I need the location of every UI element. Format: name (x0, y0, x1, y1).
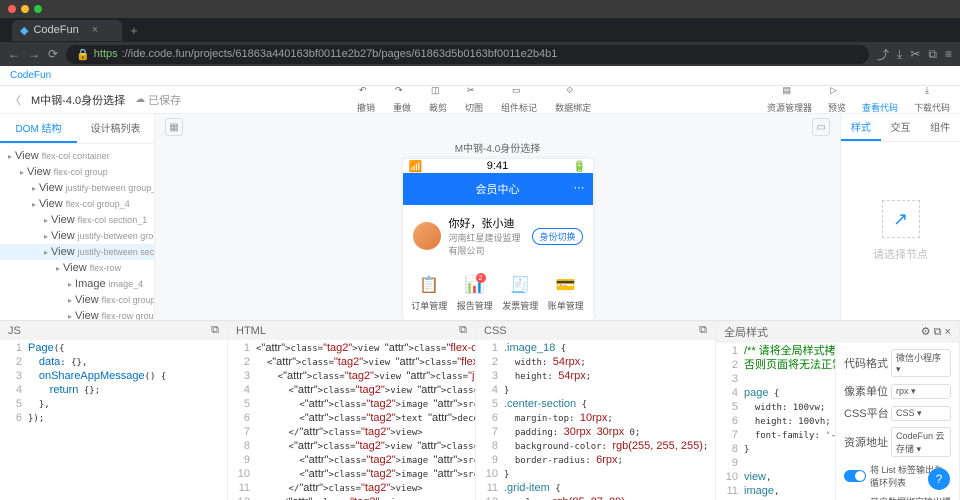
tree-node[interactable]: ▸ Image image_4 (0, 276, 154, 292)
url-bar: ← → ⟳ 🔒 https://ide.code.fun/projects/61… (0, 42, 960, 66)
tab-dom[interactable]: DOM 结构 (0, 114, 77, 143)
app-bar: CodeFun (0, 66, 960, 86)
mobile-preview: 📶9:41🔋 会员中心 ⋯ 你好，张小迪 河南红星建设监理有限公司 身份切换 📋… (403, 159, 593, 320)
left-panel: DOM 结构 设计稿列表 ▸ View flex-col container▸ … (0, 114, 155, 320)
saved-indicator: ☁ 已保存 (135, 92, 181, 108)
menu-icon[interactable]: ≡ (945, 47, 952, 61)
toggle[interactable]: 开启数据绑定输出模式 (844, 495, 951, 500)
setting-代码格式[interactable]: 代码格式微信小程序 ▾ (844, 349, 951, 377)
html-code[interactable]: 1<"attr">class="tag2">view "attr">class=… (228, 340, 475, 500)
view-mode-icon[interactable]: ▭ (812, 118, 830, 136)
new-tab-button[interactable]: + (130, 23, 138, 38)
tool-组件标记[interactable]: ▭组件标记 (501, 85, 537, 114)
tree-node[interactable]: ▸ View justify-between group_1 (0, 180, 154, 196)
tool-撤销[interactable]: ↶撤销 (357, 85, 375, 114)
tab-design[interactable]: 设计稿列表 (77, 114, 154, 143)
download-icon[interactable]: ⤓ (897, 47, 902, 62)
app-logo[interactable]: CodeFun (10, 70, 51, 81)
browser-tab[interactable]: ◆ CodeFun × (12, 20, 122, 41)
grid-item[interactable]: 💳账单管理 (543, 275, 589, 312)
right-panel: 样式 交互 组件 ↗ 请选择节点 (840, 114, 960, 320)
avatar (413, 222, 441, 250)
max-dot[interactable] (34, 5, 42, 13)
forward-icon[interactable]: → (28, 47, 40, 61)
dom-tree: ▸ View flex-col container▸ View flex-col… (0, 144, 154, 320)
file-name: M中钢-4.0身份选择 (31, 92, 125, 108)
tree-node[interactable]: ▸ View flex-row group_8 (0, 308, 154, 320)
feature-grid: 📋订单管理📊报告管理2🧾发票管理💳账单管理📍地址管理🏗工程管理🏢企业管理📈数据统… (403, 267, 593, 320)
tree-node[interactable]: ▸ View flex-col group (0, 164, 154, 180)
tab-component[interactable]: 组件 (920, 114, 960, 141)
setting-像素单位[interactable]: 像素单位rpx ▾ (844, 383, 951, 399)
setting-资源地址[interactable]: 资源地址CodeFun 云存储 ▾ (844, 427, 951, 457)
right-tools: ▤资源管理器 ▷预览查看代码 ⤓下载代码 (767, 85, 950, 114)
js-panel-head[interactable]: JS⧉ (0, 321, 227, 340)
copy-icon[interactable]: ⧉ (928, 47, 937, 62)
tree-node[interactable]: ▸ View justify-between section_2 (0, 244, 154, 260)
tree-node[interactable]: ▸ View flex-col group_7 (0, 292, 154, 308)
browser-tabs: ◆ CodeFun × + (0, 18, 960, 42)
setting-CSS平台[interactable]: CSS平台CSS ▾ (844, 405, 951, 421)
grid-view-icon[interactable]: ▦ (165, 118, 183, 136)
center-tools: ↶撤销 ↷重做 ◫裁剪 ✂切图 ▭组件标记 ⟐数据绑定 (357, 85, 591, 114)
html-panel-head[interactable]: HTML⧉ (228, 321, 475, 340)
more-icon[interactable]: ⋯ (574, 181, 585, 194)
tool-切图[interactable]: ✂切图 (465, 85, 483, 114)
file-toolbar: 〈 M中钢-4.0身份选择 ☁ 已保存 ↶撤销 ↷重做 ◫裁剪 ✂切图 ▭组件标记 ⟐数据… (0, 86, 960, 114)
tab-style[interactable]: 样式 (841, 114, 881, 141)
mac-titlebar (0, 0, 960, 18)
tree-node[interactable]: ▸ View justify-between group_5 (0, 228, 154, 244)
tab-title: CodeFun (33, 24, 78, 36)
url-input[interactable]: 🔒 https://ide.code.fun/projects/61863a44… (66, 45, 869, 64)
breadcrumb: M中钢-4.0身份选择 (455, 140, 541, 155)
global-code[interactable]: 1/** 请将全局样式拷贝到项 2否则页面将无法正常显 3 4page { 5 … (716, 343, 835, 500)
tool-数据绑定[interactable]: ⟐数据绑定 (555, 85, 591, 114)
grid-item[interactable]: 📋订单管理 (407, 275, 453, 312)
code-panels: JS⧉ 1Page({ 2 data: {}, 3 onShareAppMess… (0, 320, 960, 500)
switch-role-button[interactable]: 身份切换 (532, 228, 582, 245)
close-dot[interactable] (8, 5, 16, 13)
css-code[interactable]: 1.image_18 { 2 width: 54rpx; 3 height: 5… (476, 340, 715, 500)
center-canvas: ▦ ▭ M中钢-4.0身份选择 📶9:41🔋 会员中心 ⋯ 你好，张小迪 河南红… (155, 114, 840, 320)
page-header: 会员中心 ⋯ (403, 173, 593, 205)
tool-资源管理器[interactable]: ▤资源管理器 (767, 85, 812, 114)
share-icon[interactable]: ⤴ (877, 46, 889, 63)
help-button[interactable]: ? (928, 468, 950, 490)
empty-placeholder: ↗ 请选择节点 (841, 142, 960, 320)
cut-icon[interactable]: ✂ (910, 47, 920, 61)
grid-item[interactable]: 📊报告管理2 (452, 275, 498, 312)
global-panel-head[interactable]: 全局样式⚙ ⧉ × (716, 321, 959, 343)
tree-node[interactable]: ▸ View flex-col container (0, 148, 154, 164)
min-dot[interactable] (21, 5, 29, 13)
user-name: 你好，张小迪 (449, 215, 525, 231)
reload-icon[interactable]: ⟳ (48, 47, 58, 61)
user-company: 河南红星建设监理有限公司 (449, 231, 525, 257)
status-bar: 📶9:41🔋 (403, 159, 593, 173)
tab-interact[interactable]: 交互 (881, 114, 921, 141)
tool-预览[interactable]: ▷预览 (828, 85, 846, 114)
select-node-icon: ↗ (882, 200, 920, 238)
grid-item[interactable]: 🧾发票管理 (498, 275, 544, 312)
tree-node[interactable]: ▸ View flex-col section_1 (0, 212, 154, 228)
tool-裁剪[interactable]: ◫裁剪 (429, 85, 447, 114)
tree-node[interactable]: ▸ View flex-col group_4 (0, 196, 154, 212)
back-button[interactable]: 〈 (10, 92, 21, 108)
tool-查看代码[interactable]: 查看代码 (862, 85, 898, 114)
tree-node[interactable]: ▸ View flex-row (0, 260, 154, 276)
tool-下载代码[interactable]: ⤓下载代码 (914, 85, 950, 114)
user-card: 你好，张小迪 河南红星建设监理有限公司 身份切换 (403, 205, 593, 267)
back-icon[interactable]: ← (8, 47, 20, 61)
tool-重做[interactable]: ↷重做 (393, 85, 411, 114)
js-code[interactable]: 1Page({ 2 data: {}, 3 onShareAppMessage(… (0, 340, 227, 500)
css-panel-head[interactable]: CSS⧉ (476, 321, 715, 340)
